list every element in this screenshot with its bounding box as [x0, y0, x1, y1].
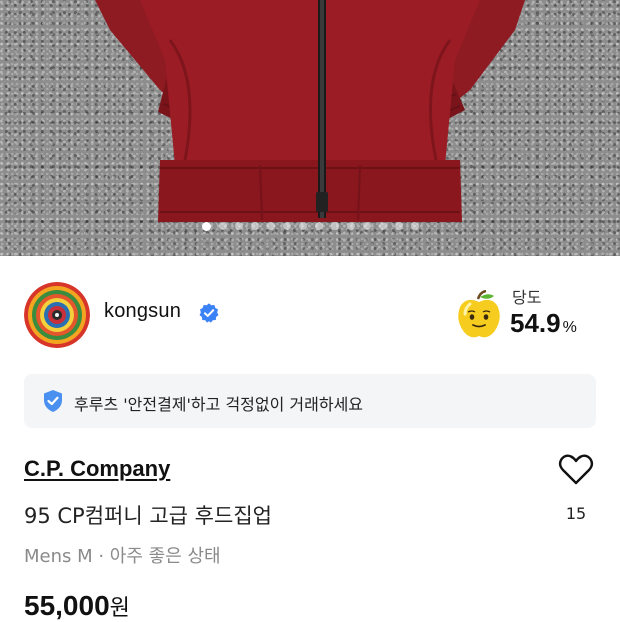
- heart-outline-icon: [558, 454, 594, 485]
- seller-name[interactable]: kongsun: [104, 300, 181, 323]
- like-button[interactable]: 15: [552, 452, 600, 532]
- sweetness-value: 54.9: [510, 308, 561, 338]
- price-unit: 원: [109, 595, 130, 620]
- brand-link[interactable]: C.P. Company: [24, 456, 170, 482]
- pagination-dot-active[interactable]: [201, 221, 211, 231]
- pagination-dot[interactable]: [266, 222, 275, 230]
- product-title: 95 CP컴퍼니 고급 후드집업: [24, 504, 272, 528]
- pagination-dot[interactable]: [282, 222, 291, 230]
- price-value: 55,000: [24, 590, 110, 621]
- safe-payment-text: 후루츠 '안전결제'하고 걱정없이 거래하세요: [74, 395, 364, 414]
- pagination-dot[interactable]: [250, 222, 259, 230]
- safe-payment-banner[interactable]: 후루츠 '안전결제'하고 걱정없이 거래하세요: [24, 374, 596, 428]
- pagination-dot[interactable]: [298, 222, 307, 230]
- product-photo[interactable]: [0, 0, 620, 256]
- pagination-dot[interactable]: [362, 222, 371, 230]
- sweetness-unit: %: [562, 319, 577, 336]
- shield-check-icon: [44, 390, 62, 412]
- product-price: 55,000원: [24, 590, 130, 622]
- pagination-dot[interactable]: [218, 222, 227, 230]
- apple-face-icon: [458, 290, 500, 338]
- product-meta: Mens M · 아주 좋은 상태: [24, 546, 221, 567]
- pagination-dot[interactable]: [394, 222, 403, 230]
- jacket-illustration: [95, 0, 525, 222]
- photo-pagination[interactable]: [0, 220, 620, 232]
- pagination-dot[interactable]: [234, 222, 243, 230]
- sweetness-score: 54.9%: [510, 308, 577, 339]
- sweetness-label: 당도: [512, 288, 542, 307]
- pagination-dot[interactable]: [346, 222, 355, 230]
- seller-row[interactable]: kongsun 당도 54.9%: [24, 280, 596, 350]
- like-count: 15: [565, 504, 587, 523]
- verified-badge-icon: [199, 303, 219, 323]
- pagination-dot[interactable]: [410, 222, 419, 230]
- avatar[interactable]: [24, 282, 90, 348]
- pagination-dot[interactable]: [330, 222, 339, 230]
- pagination-dot[interactable]: [314, 222, 323, 230]
- pagination-dot[interactable]: [378, 222, 387, 230]
